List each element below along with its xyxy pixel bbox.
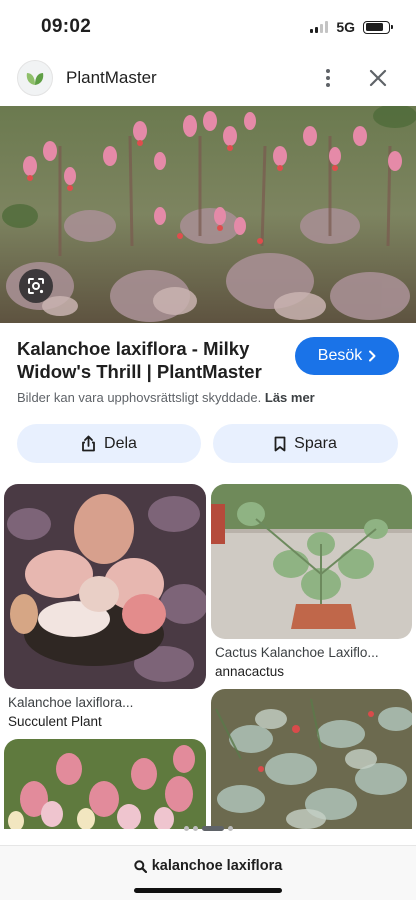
status-indicators: 5G [310, 19, 393, 35]
copyright-text: Bilder kan vara upphovsrättsligt skyddad… [17, 390, 262, 405]
learn-more-link[interactable]: Läs mer [265, 390, 315, 405]
status-bar: 09:02 5G [0, 0, 416, 54]
app-title: PlantMaster [66, 68, 157, 87]
bookmark-icon [274, 436, 286, 451]
visit-button-label: Besök [317, 347, 363, 364]
share-label: Dela [104, 434, 137, 452]
home-indicator[interactable] [134, 888, 282, 893]
leaf-icon [17, 60, 53, 96]
pager-dot [192, 826, 198, 831]
related-image-2[interactable] [211, 484, 412, 639]
related-title-2[interactable]: Cactus Kalanchoe Laxiflo... [215, 645, 409, 660]
save-label: Spara [294, 434, 337, 452]
status-time: 09:02 [41, 16, 92, 37]
google-lens-icon[interactable] [19, 269, 53, 303]
related-title-1[interactable]: Kalanchoe laxiflora... [8, 695, 203, 710]
visit-button[interactable]: Besök [295, 337, 399, 375]
network-label: 5G [336, 19, 355, 35]
related-source-1: Succulent Plant [8, 714, 102, 729]
battery-icon [363, 20, 393, 34]
pager-dot [227, 826, 233, 831]
pager-dot [201, 826, 224, 831]
app-header: PlantMaster [0, 56, 416, 100]
copyright-notice: Bilder kan vara upphovsrättsligt skyddad… [17, 390, 315, 405]
search-icon [134, 859, 147, 873]
pager-dot [183, 826, 189, 831]
search-query[interactable]: kalanchoe laxiflora [0, 858, 416, 874]
result-title[interactable]: Kalanchoe laxiflora - Milky Widow's Thri… [17, 337, 287, 383]
more-vert-icon[interactable] [318, 67, 338, 89]
share-button[interactable]: Dela [17, 424, 201, 463]
related-image-1[interactable] [4, 484, 206, 689]
related-image-4[interactable] [211, 689, 412, 829]
save-button[interactable]: Spara [213, 424, 398, 463]
battery-level [365, 23, 384, 31]
close-icon[interactable] [368, 68, 388, 88]
bottom-search-bar[interactable]: kalanchoe laxiflora [0, 845, 416, 900]
signal-icon [310, 21, 329, 33]
chevron-right-icon [369, 350, 376, 362]
related-source-2: annacactus [215, 664, 285, 679]
share-icon [82, 435, 95, 452]
related-image-3[interactable] [4, 739, 206, 829]
hero-image[interactable] [0, 106, 416, 323]
search-query-text: kalanchoe laxiflora [151, 858, 283, 874]
pager-dots [0, 826, 416, 831]
